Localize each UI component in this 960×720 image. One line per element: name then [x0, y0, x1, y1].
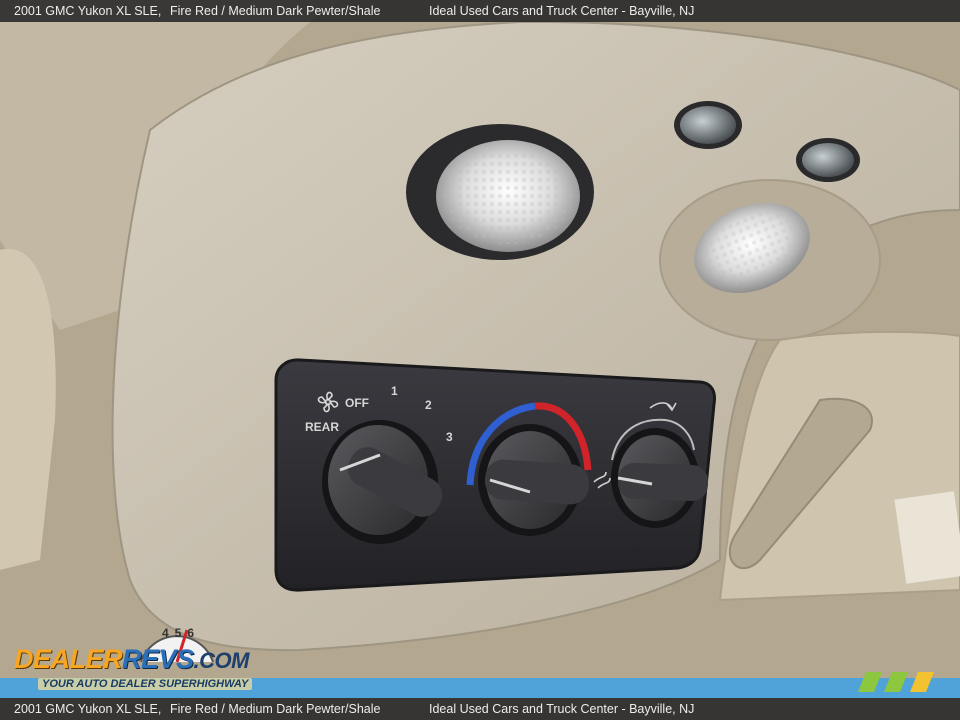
- watermark-tagline: YOUR AUTO DEALER SUPERHIGHWAY: [38, 678, 253, 690]
- caption-vehicle: 2001 GMC Yukon XL SLE,: [14, 702, 162, 716]
- gauge-digits: 456: [162, 626, 201, 640]
- watermark-revs: REVS: [122, 644, 194, 674]
- fan-speed-2: 2: [425, 398, 432, 412]
- fan-speed-3: 3: [446, 430, 453, 444]
- caption-vehicle: 2001 GMC Yukon XL SLE,: [14, 4, 162, 18]
- caption-bar-bottom: 2001 GMC Yukon XL SLE, Fire Red / Medium…: [0, 698, 960, 720]
- caption-dealer: Ideal Used Cars and Truck Center - Bayvi…: [429, 4, 695, 18]
- caption-bar-top: 2001 GMC Yukon XL SLE, Fire Red / Medium…: [0, 0, 960, 22]
- watermark-dealer: DEALER: [14, 644, 123, 674]
- overhead-console-photo: [0, 0, 960, 720]
- fan-speed-1: 1: [391, 384, 398, 398]
- photo-stage: OFF REAR 1 2 3 2001 GMC Yukon XL SLE, Fi…: [0, 0, 960, 720]
- caption-color: Fire Red / Medium Dark Pewter/Shale: [170, 4, 381, 18]
- caption-dealer: Ideal Used Cars and Truck Center - Bayvi…: [429, 702, 695, 716]
- caption-color: Fire Red / Medium Dark Pewter/Shale: [170, 702, 381, 716]
- watermark-logo: 456 DEALERREVS.COM YOUR AUTO DEALER SUPE…: [12, 624, 272, 694]
- corner-logo: [858, 672, 934, 692]
- watermark-wordmark: DEALERREVS.COM: [14, 644, 250, 675]
- mode-knob-grip: [617, 462, 709, 502]
- watermark-com: .COM: [193, 648, 250, 673]
- fan-rear-label: REAR: [305, 420, 340, 434]
- fan-off-label: OFF: [345, 396, 369, 410]
- map-lamp-texture: [444, 148, 572, 244]
